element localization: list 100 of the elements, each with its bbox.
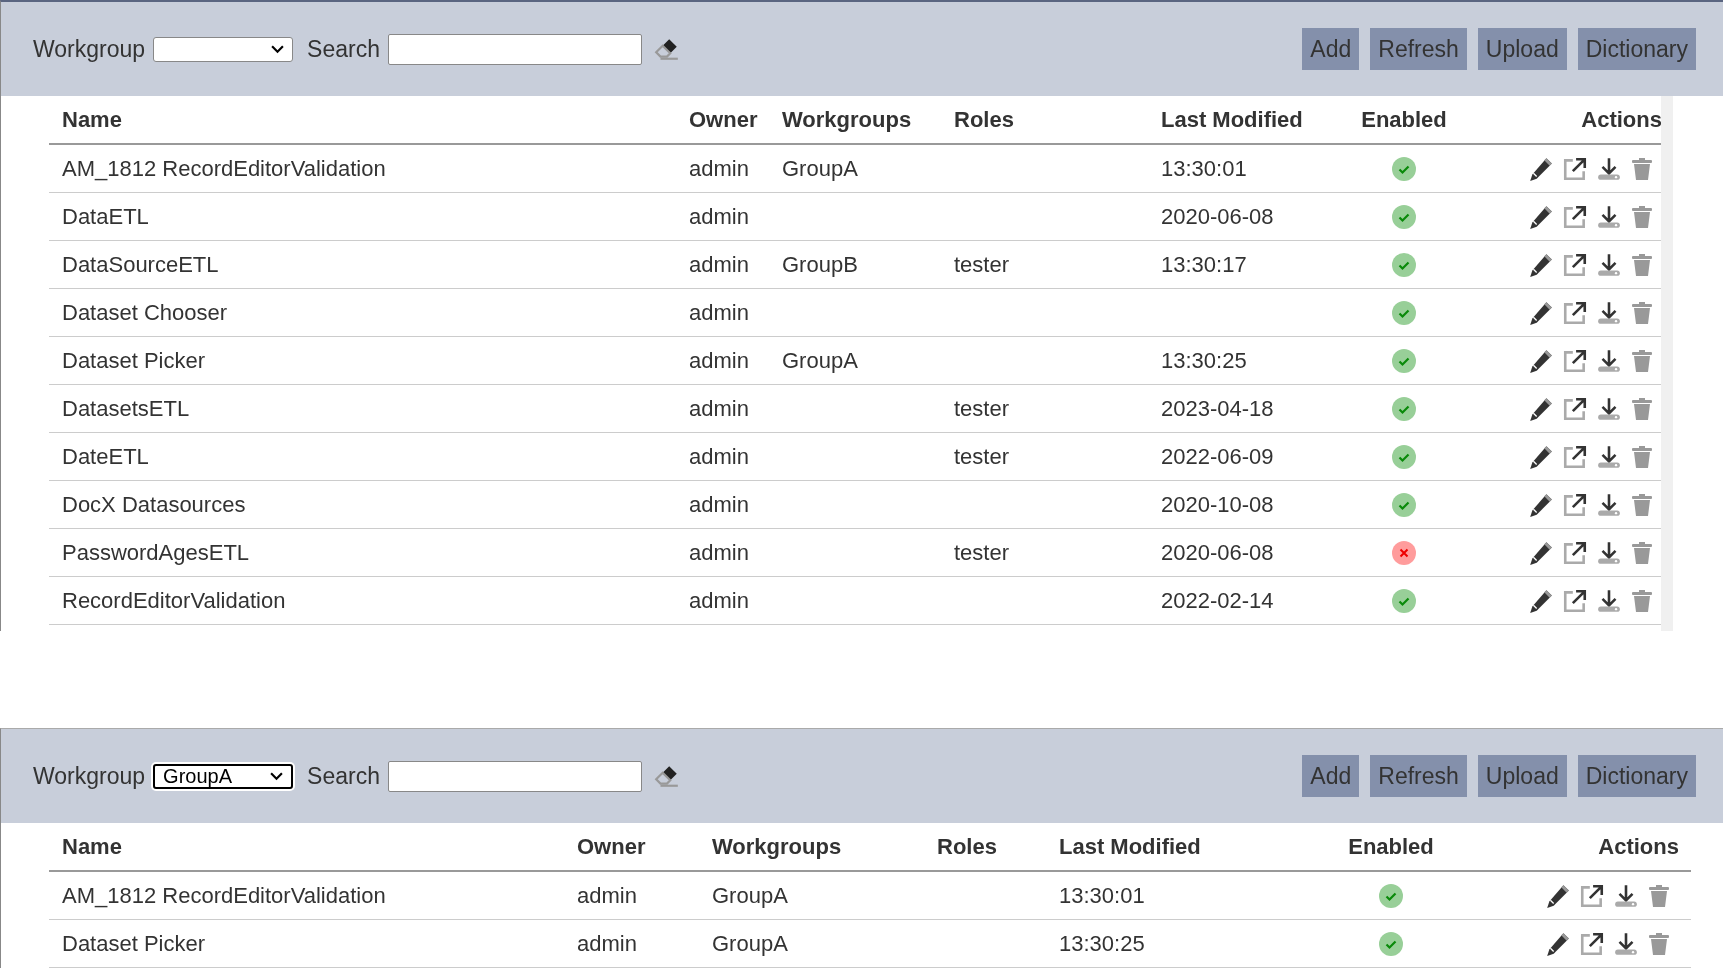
search-label: Search bbox=[307, 762, 380, 790]
trash-icon[interactable] bbox=[1630, 299, 1654, 326]
download-icon[interactable] bbox=[1596, 251, 1622, 278]
toolbar-button[interactable]: Upload bbox=[1477, 755, 1567, 797]
download-icon[interactable] bbox=[1613, 930, 1639, 957]
download-icon[interactable] bbox=[1596, 587, 1622, 614]
edit-pencil-icon[interactable] bbox=[1528, 539, 1554, 566]
table-cell: admin bbox=[689, 251, 749, 278]
column-header: Enabled bbox=[1311, 823, 1471, 872]
trash-icon[interactable] bbox=[1647, 882, 1671, 909]
table-cell: GroupA bbox=[712, 882, 788, 909]
table-cell: RecordEditorValidation bbox=[62, 587, 286, 614]
trash-icon[interactable] bbox=[1630, 203, 1654, 230]
edit-pencil-icon[interactable] bbox=[1528, 299, 1554, 326]
column-header: Owner bbox=[564, 823, 699, 872]
column-header: Actions bbox=[1489, 96, 1661, 145]
edit-pencil-icon[interactable] bbox=[1545, 882, 1571, 909]
trash-icon[interactable] bbox=[1630, 347, 1654, 374]
download-icon[interactable] bbox=[1596, 491, 1622, 518]
toolbar-button[interactable]: Refresh bbox=[1370, 755, 1467, 797]
toolbar-button[interactable]: Add bbox=[1302, 28, 1360, 70]
table-cell: admin bbox=[689, 443, 749, 470]
table-cell: DataETL bbox=[62, 203, 149, 230]
table-cell: DateETL bbox=[62, 443, 149, 470]
table-cell: tester bbox=[954, 251, 1010, 278]
edit-pencil-icon[interactable] bbox=[1528, 491, 1554, 518]
trash-icon[interactable] bbox=[1630, 395, 1654, 422]
toolbar-button[interactable]: Add bbox=[1302, 755, 1360, 797]
table-cell: tester bbox=[954, 395, 1010, 422]
table-cell: DatasetsETL bbox=[62, 395, 190, 422]
table-cell: admin bbox=[577, 930, 637, 957]
open-external-icon[interactable] bbox=[1562, 491, 1588, 518]
table-cell: admin bbox=[689, 539, 749, 566]
trash-icon[interactable] bbox=[1630, 155, 1654, 182]
table-cell: 2020-06-08 bbox=[1161, 203, 1274, 230]
open-external-icon[interactable] bbox=[1562, 155, 1588, 182]
workgroup-label: Workgroup bbox=[33, 762, 146, 790]
edit-pencil-icon[interactable] bbox=[1528, 155, 1554, 182]
table-cell: Dataset Picker bbox=[62, 930, 206, 957]
workgroup-select[interactable] bbox=[153, 36, 294, 62]
open-external-icon[interactable] bbox=[1562, 395, 1588, 422]
edit-pencil-icon[interactable] bbox=[1545, 930, 1571, 957]
table-cell: Dataset Picker bbox=[62, 347, 206, 374]
table-cell: admin bbox=[689, 203, 749, 230]
table-cell: GroupA bbox=[782, 155, 858, 182]
open-external-icon[interactable] bbox=[1562, 347, 1588, 374]
edit-pencil-icon[interactable] bbox=[1528, 203, 1554, 230]
download-icon[interactable] bbox=[1596, 203, 1622, 230]
table-cell: admin bbox=[689, 587, 749, 614]
table-cell: 2022-02-14 bbox=[1161, 587, 1274, 614]
chevron-down-icon bbox=[271, 44, 285, 54]
table-cell: 13:30:17 bbox=[1161, 251, 1247, 278]
toolbar-button[interactable]: Upload bbox=[1477, 28, 1567, 70]
table-cell: tester bbox=[954, 539, 1010, 566]
edit-pencil-icon[interactable] bbox=[1528, 251, 1554, 278]
download-icon[interactable] bbox=[1596, 443, 1622, 470]
workgroup-select[interactable]: GroupA bbox=[153, 763, 294, 789]
open-external-icon[interactable] bbox=[1562, 299, 1588, 326]
column-header: Enabled bbox=[1319, 96, 1489, 145]
column-header: Workgroups bbox=[699, 823, 924, 872]
download-icon[interactable] bbox=[1596, 155, 1622, 182]
toolbar-button[interactable]: Refresh bbox=[1370, 28, 1467, 70]
download-icon[interactable] bbox=[1596, 299, 1622, 326]
open-external-icon[interactable] bbox=[1562, 539, 1588, 566]
toolbar-button[interactable]: Dictionary bbox=[1577, 755, 1696, 797]
edit-pencil-icon[interactable] bbox=[1528, 443, 1554, 470]
trash-icon[interactable] bbox=[1630, 587, 1654, 614]
column-header: Actions bbox=[1471, 823, 1691, 872]
open-external-icon[interactable] bbox=[1562, 203, 1588, 230]
table-cell: DocX Datasources bbox=[62, 491, 246, 518]
trash-icon[interactable] bbox=[1630, 491, 1654, 518]
edit-pencil-icon[interactable] bbox=[1528, 395, 1554, 422]
edit-pencil-icon[interactable] bbox=[1528, 587, 1554, 614]
trash-icon[interactable] bbox=[1647, 930, 1671, 957]
search-field[interactable] bbox=[387, 760, 642, 792]
download-icon[interactable] bbox=[1596, 539, 1622, 566]
table-cell: 13:30:01 bbox=[1059, 882, 1145, 909]
download-icon[interactable] bbox=[1596, 395, 1622, 422]
column-header: Roles bbox=[941, 96, 1148, 145]
table-cell: admin bbox=[689, 299, 749, 326]
table-cell: GroupA bbox=[712, 930, 788, 957]
toolbar-button[interactable]: Dictionary bbox=[1577, 28, 1696, 70]
trash-icon[interactable] bbox=[1630, 251, 1654, 278]
table-cell: tester bbox=[954, 443, 1010, 470]
search-label: Search bbox=[307, 35, 380, 63]
table-cell: admin bbox=[689, 395, 749, 422]
open-external-icon[interactable] bbox=[1562, 587, 1588, 614]
column-header: Owner bbox=[676, 96, 769, 145]
download-icon[interactable] bbox=[1596, 347, 1622, 374]
trash-icon[interactable] bbox=[1630, 539, 1654, 566]
column-header: Workgroups bbox=[769, 96, 941, 145]
open-external-icon[interactable] bbox=[1579, 882, 1605, 909]
trash-icon[interactable] bbox=[1630, 443, 1654, 470]
edit-pencil-icon[interactable] bbox=[1528, 347, 1554, 374]
column-header: Last Modified bbox=[1046, 823, 1311, 872]
open-external-icon[interactable] bbox=[1579, 930, 1605, 957]
open-external-icon[interactable] bbox=[1562, 443, 1588, 470]
open-external-icon[interactable] bbox=[1562, 251, 1588, 278]
download-icon[interactable] bbox=[1613, 882, 1639, 909]
search-field[interactable] bbox=[387, 33, 642, 65]
